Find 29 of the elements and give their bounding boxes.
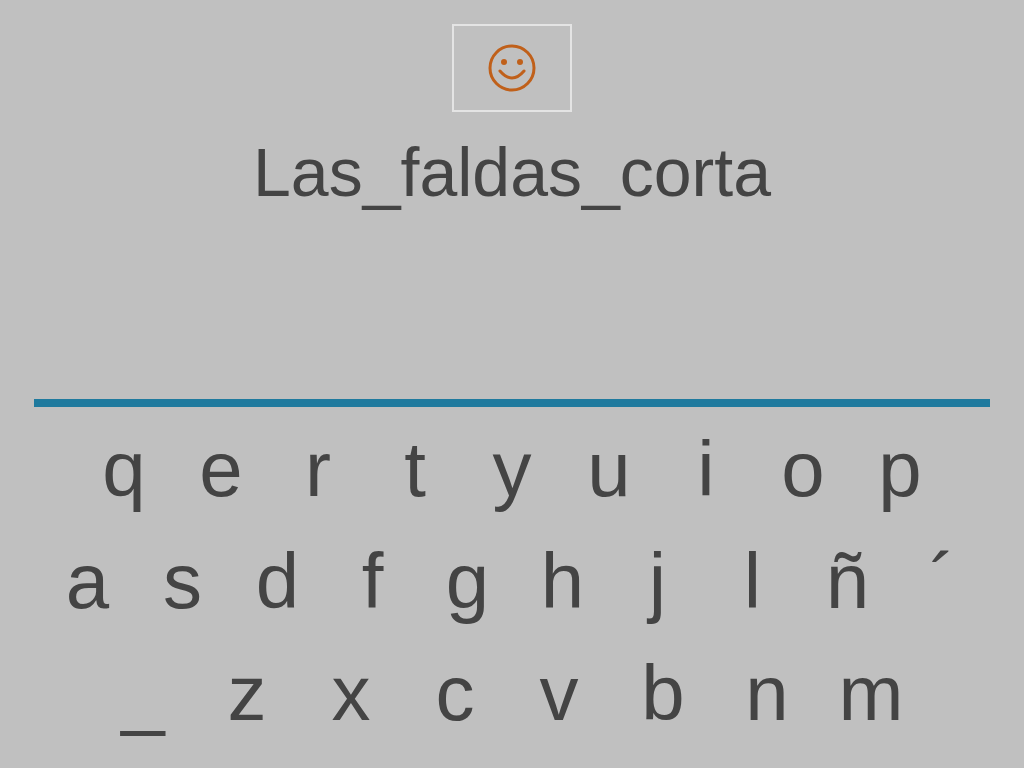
letter-key[interactable]: h [515,533,610,629]
letter-key[interactable]: s [135,533,230,629]
letter-key[interactable]: l [705,533,800,629]
letter-key[interactable]: n [715,645,819,741]
letter-key[interactable]: v [507,645,611,741]
letter-key[interactable]: ´ [895,533,990,629]
letter-key[interactable]: e [172,421,270,517]
smiley-icon [487,43,537,93]
letter-key[interactable]: b [611,645,715,741]
letter-key[interactable]: ñ [800,533,895,629]
letter-key[interactable]: u [560,421,658,517]
letter-key[interactable]: q [75,421,173,517]
letter-key[interactable]: a [40,533,135,629]
letter-key[interactable]: o [754,421,852,517]
letter-key[interactable]: j [610,533,705,629]
phrase-text: Las_faldas_corta [253,134,771,210]
letter-key[interactable]: f [325,533,420,629]
letter-key[interactable]: g [420,533,515,629]
letter-key[interactable]: _ [91,645,195,741]
letter-key[interactable]: x [299,645,403,741]
letter-key[interactable]: i [657,421,755,517]
letter-key[interactable]: r [269,421,367,517]
letter-key[interactable]: d [230,533,325,629]
letter-key[interactable]: p [851,421,949,517]
letter-key[interactable]: m [819,645,923,741]
letter-key[interactable]: t [366,421,464,517]
letter-key[interactable]: c [403,645,507,741]
letter-key[interactable]: y [463,421,561,517]
letter-key[interactable]: z [195,645,299,741]
